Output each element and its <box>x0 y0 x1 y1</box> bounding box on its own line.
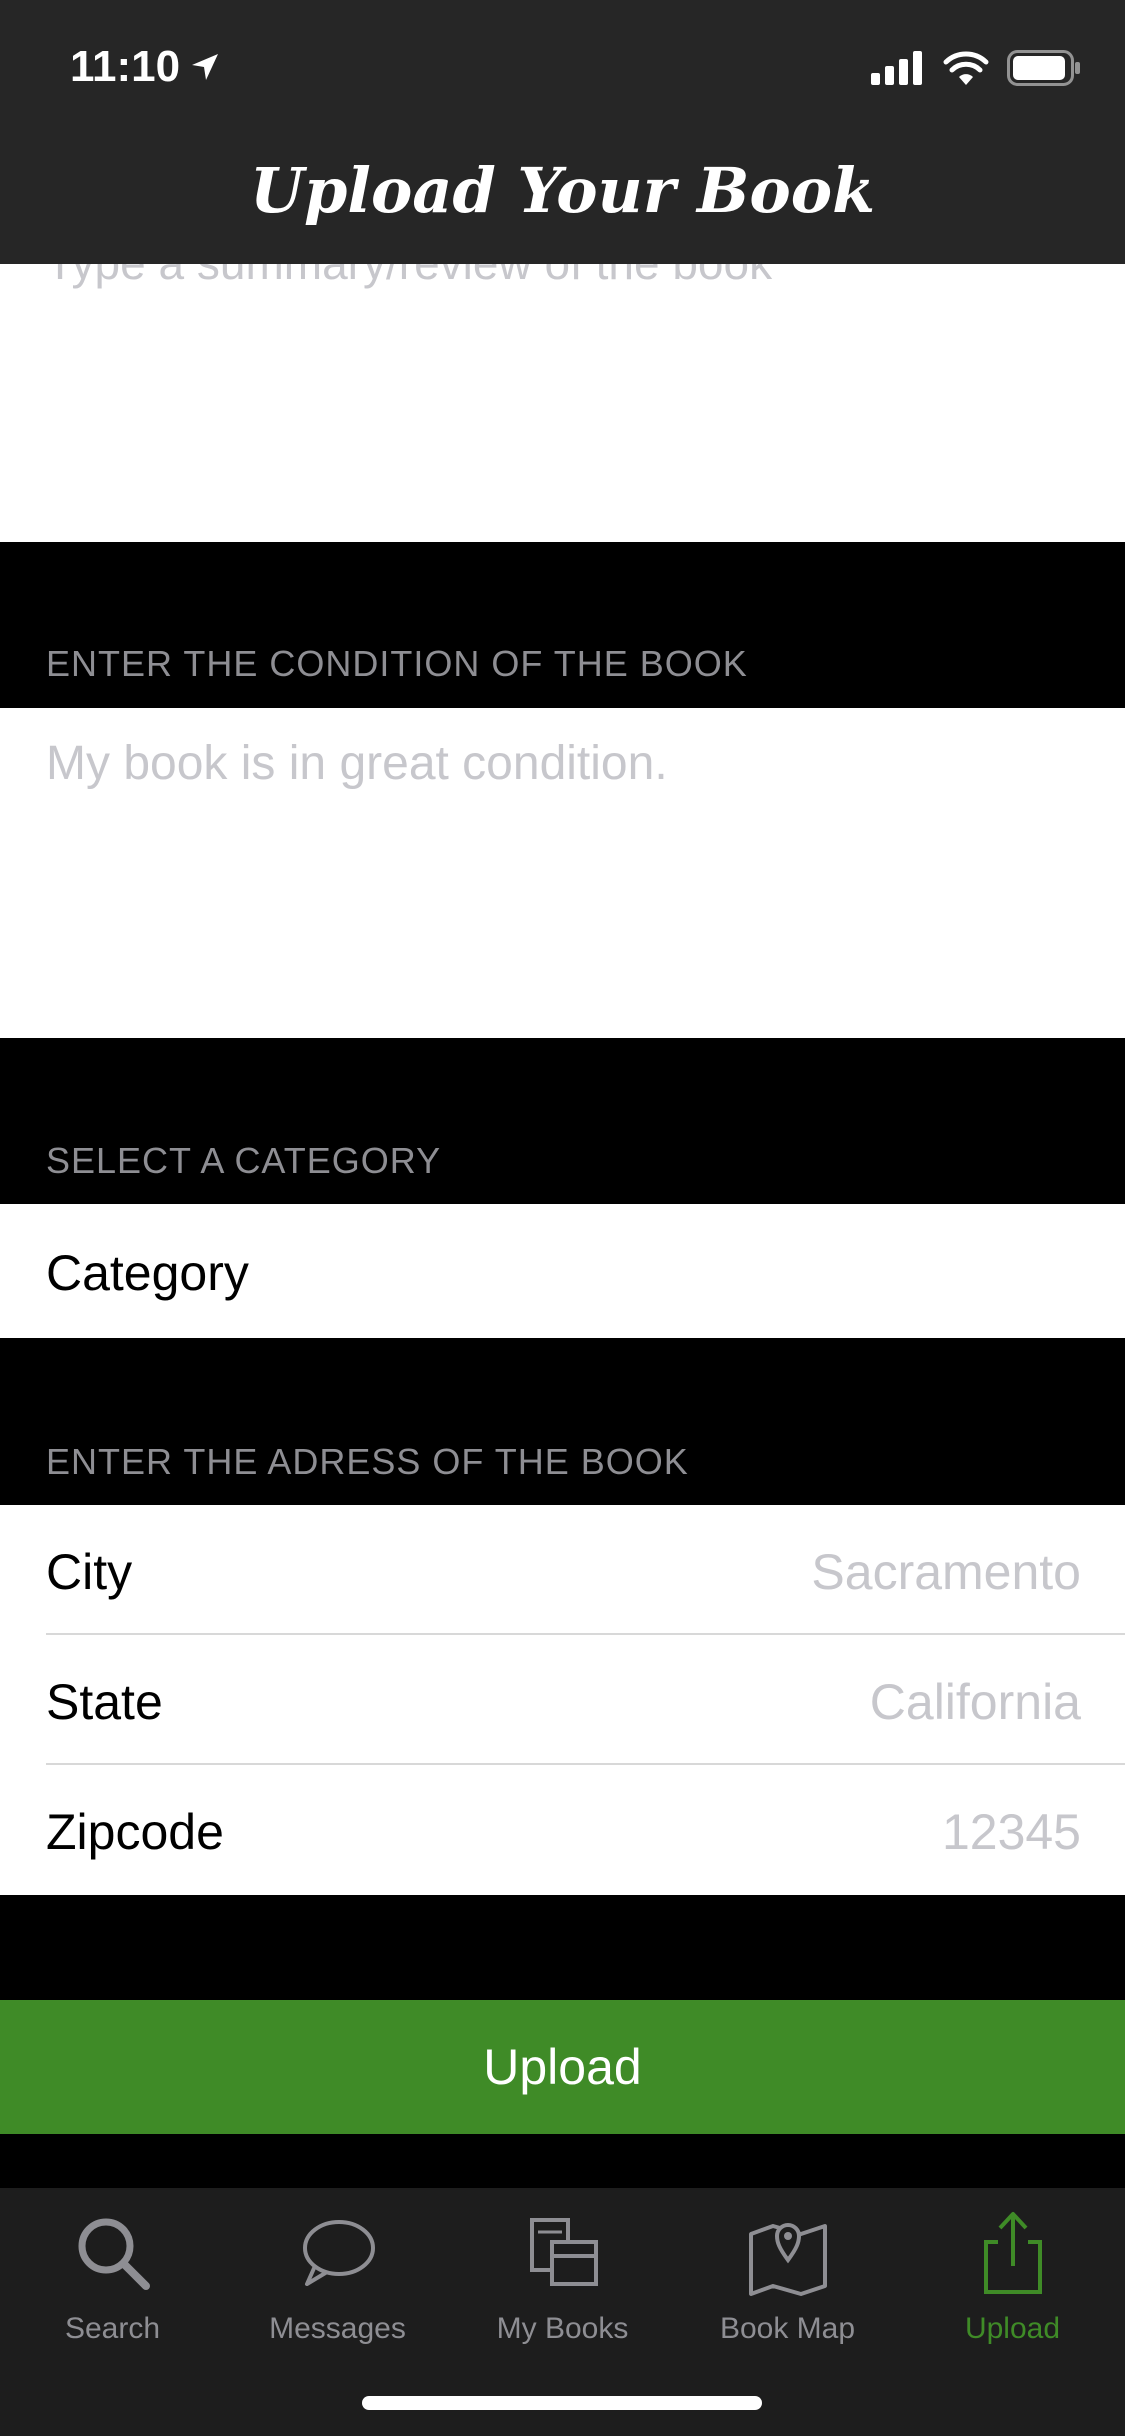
tab-upload[interactable]: Upload <box>900 2208 1125 2358</box>
time-text: 11:10 <box>70 42 181 91</box>
tab-my-books[interactable]: My Books <box>450 2208 675 2358</box>
tab-book-map[interactable]: Book Map <box>675 2208 900 2358</box>
tab-label: My Books <box>496 2312 629 2345</box>
state-label: State <box>46 1674 163 1730</box>
tab-messages[interactable]: Messages <box>225 2208 450 2358</box>
tab-label: Messages <box>269 2312 406 2345</box>
status-bar: 11:10 <box>0 0 1125 132</box>
wifi-icon <box>943 51 989 85</box>
messages-icon <box>302 2220 375 2286</box>
condition-placeholder: My book is in great condition. <box>46 737 668 790</box>
status-time: 11:10 <box>70 42 220 92</box>
books-icon <box>529 2218 598 2286</box>
city-label: City <box>46 1544 133 1600</box>
battery-icon <box>1007 50 1080 86</box>
nav-bar: Upload Your Book <box>0 132 1125 264</box>
zipcode-label: Zipcode <box>46 1804 224 1860</box>
upload-icon <box>983 2212 1042 2294</box>
tab-bar: Search Messages My Books Book Map Upload <box>0 2188 1125 2436</box>
tab-label: Search <box>64 2312 161 2345</box>
home-indicator[interactable] <box>362 2396 762 2410</box>
location-arrow-icon <box>192 54 219 80</box>
search-icon <box>78 2218 150 2290</box>
tab-label: Upload <box>964 2312 1061 2345</box>
category-label: Category <box>46 1245 249 1301</box>
map-icon <box>748 2223 827 2296</box>
category-section-header: SELECT A CATEGORY <box>46 1140 442 1181</box>
condition-textarea[interactable]: My book is in great condition. <box>0 708 1125 1038</box>
signal-icon <box>871 51 922 85</box>
upload-button[interactable]: Upload <box>0 2000 1125 2134</box>
tab-search[interactable]: Search <box>0 2208 225 2358</box>
state-field[interactable]: State California <box>0 1635 1125 1765</box>
category-row[interactable]: Category <box>0 1204 1125 1338</box>
tab-label: Book Map <box>719 2312 856 2345</box>
summary-placeholder: Type a summary/review of the book <box>46 264 772 290</box>
condition-section-header: ENTER THE CONDITION OF THE BOOK <box>46 643 748 684</box>
zipcode-input[interactable]: 12345 <box>942 1803 1081 1861</box>
state-input[interactable]: California <box>870 1673 1081 1731</box>
address-section-header: ENTER THE ADRESS OF THE BOOK <box>46 1441 689 1482</box>
summary-textarea[interactable]: Type a summary/review of the book <box>0 264 1125 542</box>
city-field[interactable]: City Sacramento <box>0 1505 1125 1635</box>
address-form: City Sacramento State California Zipcode… <box>0 1505 1125 1895</box>
page-title: Upload Your Book <box>249 154 876 227</box>
zipcode-field[interactable]: Zipcode 12345 <box>0 1765 1125 1895</box>
status-indicators <box>871 50 1081 86</box>
city-input[interactable]: Sacramento <box>811 1543 1081 1601</box>
